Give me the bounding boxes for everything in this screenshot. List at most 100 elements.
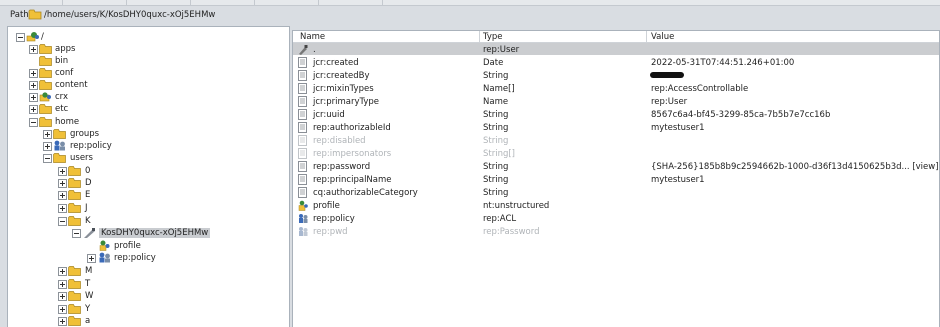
expand-toggle[interactable] [43, 130, 52, 139]
expand-toggle[interactable] [29, 69, 38, 78]
table-row[interactable]: profile nt:unstructured [293, 199, 939, 211]
property-icon [298, 187, 308, 198]
collapse-toggle[interactable] [29, 118, 38, 127]
table-row[interactable]: jcr:createdBy String [293, 69, 939, 81]
column-header-name[interactable]: Name [300, 32, 325, 42]
tree-node-apps[interactable]: apps [8, 43, 289, 55]
property-icon [298, 135, 308, 146]
folder-icon [53, 152, 66, 163]
path-label: Path [10, 10, 29, 20]
folder-icon [39, 103, 52, 114]
tree-node-users-J[interactable]: J [8, 202, 289, 214]
folder-icon [68, 290, 81, 301]
profile-icon [298, 200, 308, 211]
table-row[interactable]: rep:pwd rep:Password [293, 225, 939, 237]
crx-node-icon [39, 91, 52, 102]
collapse-toggle[interactable] [58, 217, 67, 226]
expand-toggle[interactable] [58, 191, 67, 200]
tree-node-users-M[interactable]: M [8, 265, 289, 277]
expand-toggle[interactable] [58, 292, 67, 301]
repository-tree[interactable]: / apps bin conf content crx etc home gro… [7, 26, 290, 327]
collapse-toggle[interactable] [72, 229, 81, 238]
expand-toggle[interactable] [87, 254, 96, 263]
folder-icon [68, 177, 81, 188]
table-row[interactable]: jcr:primaryType Name rep:User [293, 95, 939, 107]
folder-icon [68, 303, 81, 314]
path-value[interactable]: /home/users/K/KosDHY0quxc-xOj5EHMw [44, 10, 215, 20]
folder-icon [53, 128, 66, 139]
property-icon [298, 109, 308, 120]
tree-node-users-T[interactable]: T [8, 278, 289, 290]
folder-icon [39, 43, 52, 54]
expand-toggle[interactable] [58, 317, 67, 326]
table-row[interactable]: jcr:uuid String 8567c6a4-bf45-3299-85ca-… [293, 108, 939, 120]
expand-toggle[interactable] [29, 93, 38, 102]
folder-icon [39, 67, 52, 78]
expand-toggle[interactable] [58, 280, 67, 289]
tree-node-user-policy[interactable]: rep:policy [8, 252, 289, 264]
expand-toggle[interactable] [29, 105, 38, 114]
table-row[interactable]: rep:principalName String mytestuser1 [293, 173, 939, 185]
tree-node-conf[interactable]: conf [8, 67, 289, 79]
tree-node-selected-user[interactable]: KosDHY0quxc-xOj5EHMw [8, 227, 289, 239]
table-row[interactable]: rep:disabled String [293, 134, 939, 146]
folder-icon [68, 202, 81, 213]
node-type-icon [298, 44, 308, 55]
expand-toggle[interactable] [29, 45, 38, 54]
table-row[interactable]: rep:password String {SHA-256}185b8b9c259… [293, 160, 939, 172]
policy-icon [98, 252, 111, 263]
column-header-type[interactable]: Type [483, 32, 503, 42]
expand-toggle[interactable] [43, 142, 52, 151]
path-bar: Path /home/users/K/KosDHY0quxc-xOj5EHMw [0, 6, 940, 24]
table-row[interactable]: jcr:created Date 2022-05-31T07:44:51.246… [293, 56, 939, 68]
table-row[interactable]: rep:impersonators String[] [293, 147, 939, 159]
tree-node-users-E[interactable]: E [8, 189, 289, 201]
folder-icon [39, 79, 52, 90]
folder-icon [68, 189, 81, 200]
table-row[interactable]: rep:policy rep:ACL [293, 212, 939, 224]
tree-node-groups[interactable]: groups [8, 128, 289, 140]
column-header-value[interactable]: Value [651, 32, 674, 42]
policy-icon [53, 140, 66, 151]
properties-table[interactable]: Name Type Value . rep:User jcr:created D… [292, 30, 940, 327]
property-icon [298, 70, 308, 81]
folder-icon [68, 165, 81, 176]
table-row[interactable]: cq:authorizableCategory String [293, 186, 939, 198]
policy-icon [298, 213, 308, 224]
expand-toggle[interactable] [29, 81, 38, 90]
table-header: Name Type Value [293, 31, 939, 43]
tree-node-users-D[interactable]: D [8, 177, 289, 189]
profile-icon [98, 240, 111, 251]
collapse-toggle[interactable] [43, 154, 52, 163]
expand-toggle[interactable] [58, 204, 67, 213]
expand-toggle[interactable] [58, 305, 67, 314]
user-node-icon [83, 227, 96, 238]
table-row[interactable]: . rep:User [293, 43, 939, 55]
tree-node-users-a[interactable]: a [8, 315, 289, 327]
table-row[interactable]: rep:authorizableId String mytestuser1 [293, 121, 939, 133]
tree-node-users-0[interactable]: 0 [8, 165, 289, 177]
property-icon [298, 96, 308, 107]
tree-node-root[interactable]: / [8, 31, 289, 43]
collapse-toggle[interactable] [16, 33, 25, 42]
tree-node-crx[interactable]: crx [8, 91, 289, 103]
tree-node-profile[interactable]: profile [8, 240, 289, 252]
expand-toggle[interactable] [58, 179, 67, 188]
property-icon [298, 161, 308, 172]
tree-node-etc[interactable]: etc [8, 103, 289, 115]
expand-toggle[interactable] [58, 267, 67, 276]
tree-node-users-W[interactable]: W [8, 290, 289, 302]
expand-toggle[interactable] [58, 167, 67, 176]
tree-node-users-K[interactable]: K [8, 215, 289, 227]
tree-node-users[interactable]: users [8, 152, 289, 164]
tree-node-bin[interactable]: bin [8, 55, 289, 67]
tree-node-content[interactable]: content [8, 79, 289, 91]
folder-icon [68, 315, 81, 326]
tree-node-home-policy[interactable]: rep:policy [8, 140, 289, 152]
property-icon [298, 122, 308, 133]
tree-node-users-Y[interactable]: Y [8, 303, 289, 315]
repository-icon [26, 31, 39, 42]
table-row[interactable]: jcr:mixinTypes Name[] rep:AccessControll… [293, 82, 939, 94]
folder-icon [68, 215, 81, 226]
tree-node-home[interactable]: home [8, 116, 289, 128]
